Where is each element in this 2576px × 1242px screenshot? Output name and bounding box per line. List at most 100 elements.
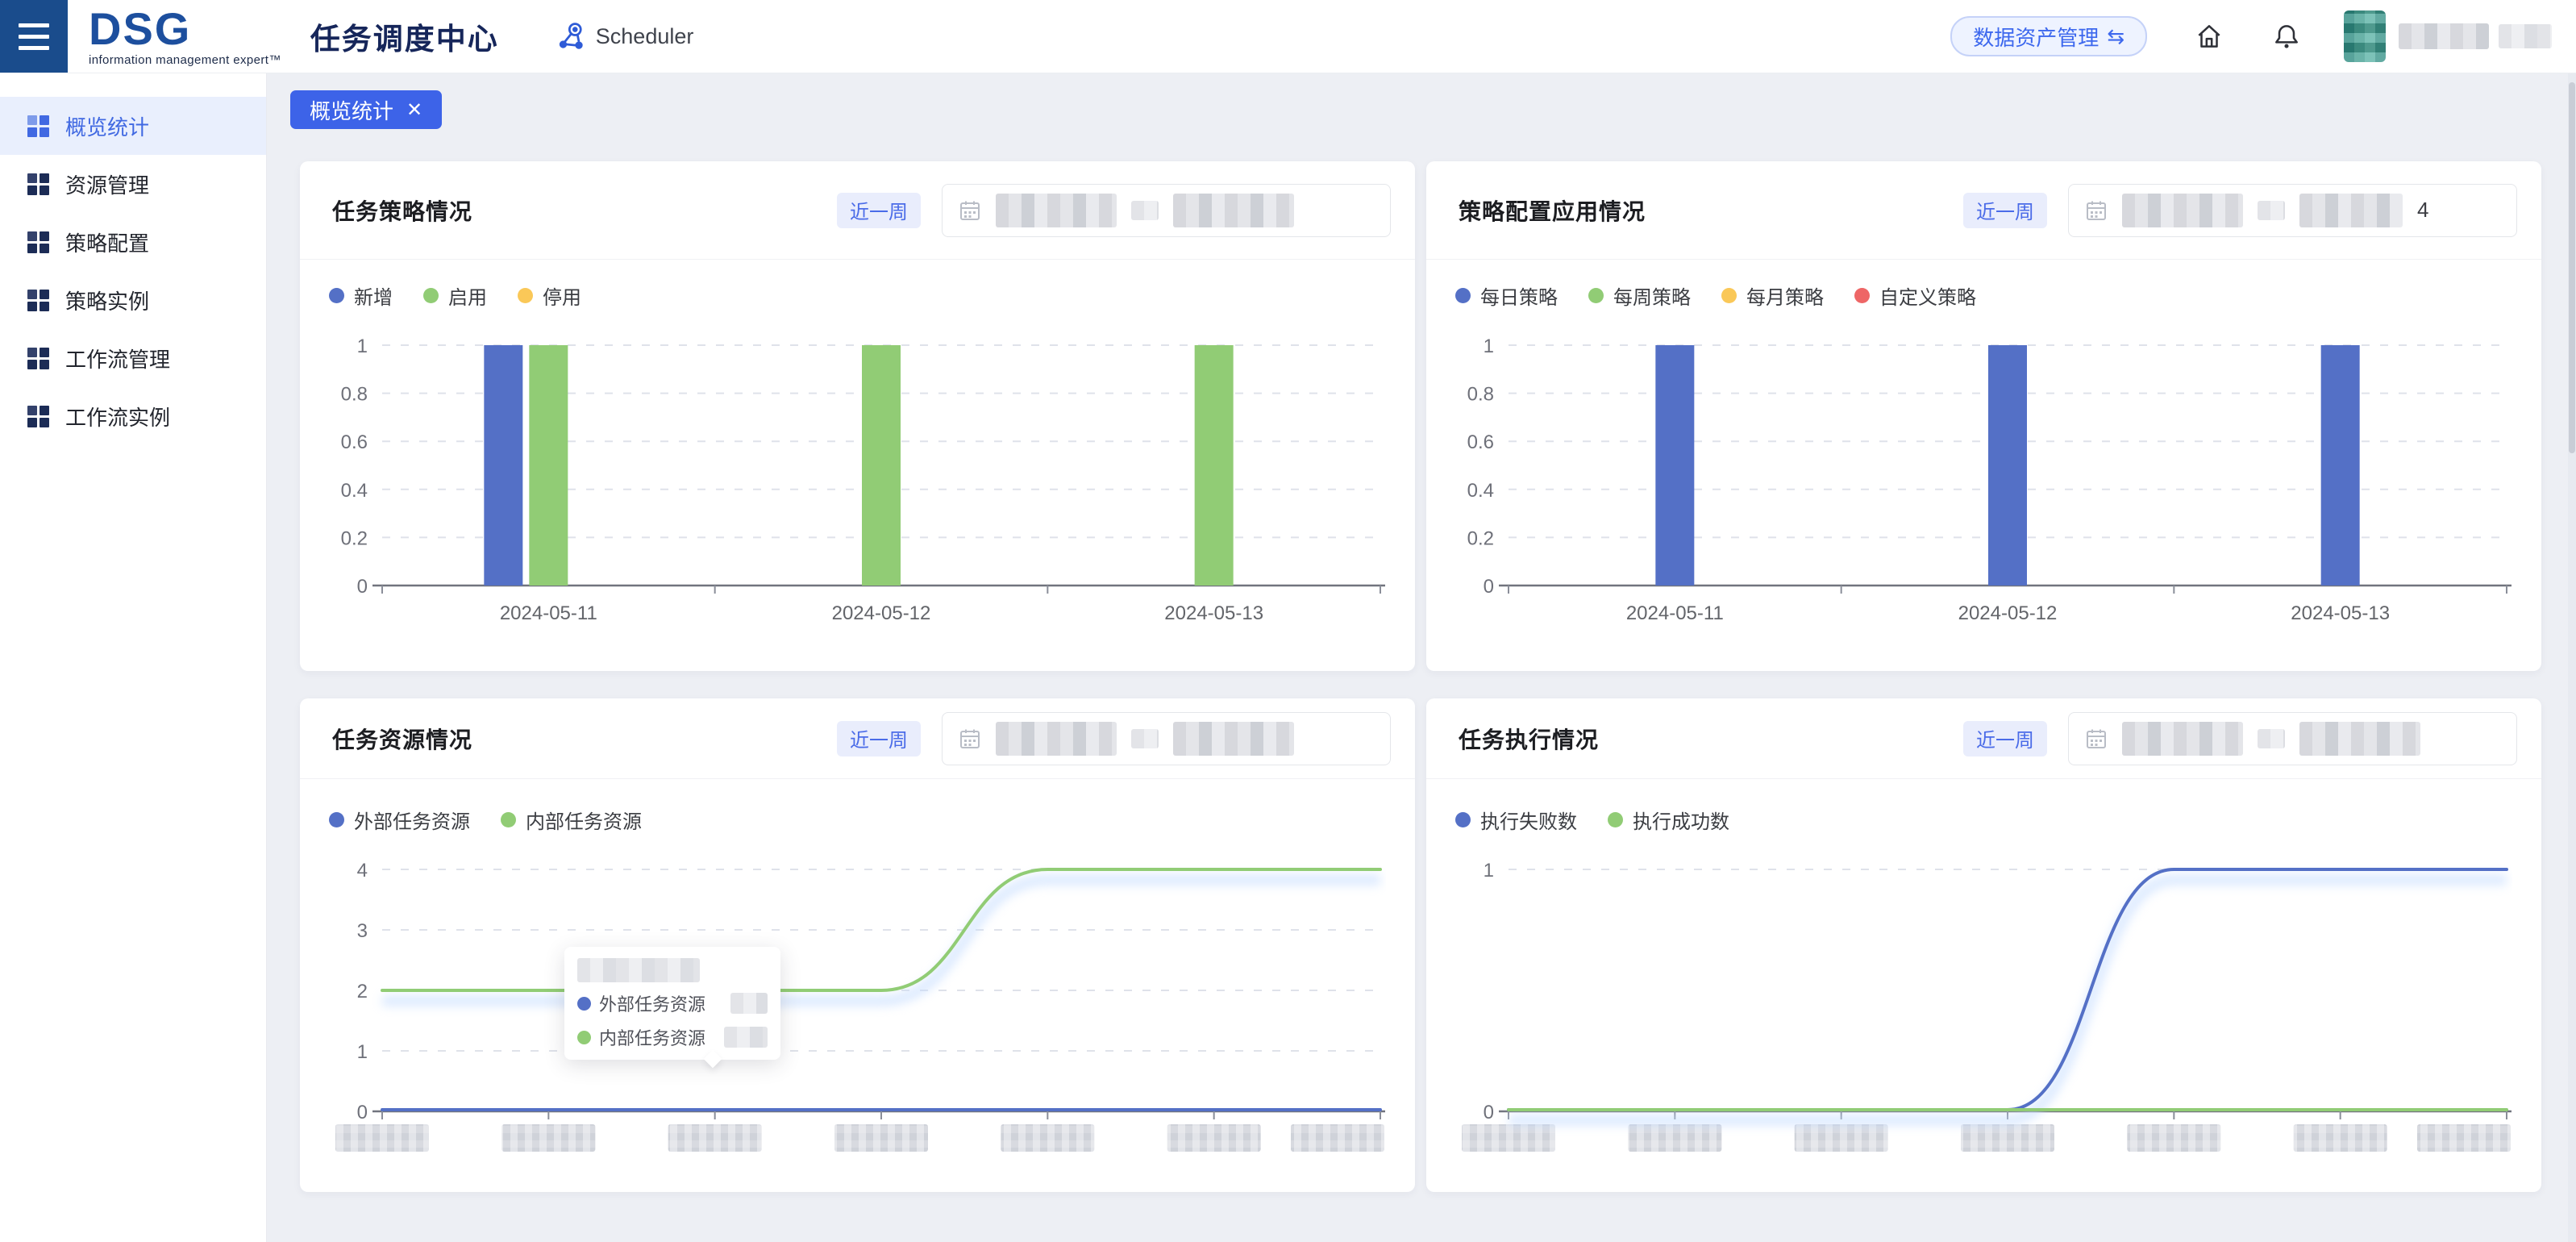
end-date-visible-digit: 4 [2417, 198, 2429, 222]
svg-text:0: 0 [1484, 576, 1494, 598]
x-label-redacted [1001, 1124, 1095, 1152]
grid-icon [27, 405, 49, 427]
start-date-redacted [996, 193, 1117, 227]
bar[interactable] [1194, 345, 1234, 586]
sidebar-item-label: 工作流管理 [65, 347, 171, 372]
sidebar-item-label: 资源管理 [65, 173, 150, 198]
svg-text:1: 1 [1484, 860, 1494, 881]
legend-dot [1588, 287, 1604, 303]
range-last-week-button[interactable]: 近一周 [837, 720, 921, 756]
start-date-redacted [2122, 721, 2243, 756]
sidebar-item-0[interactable]: 概览统计 [0, 97, 266, 155]
notifications-button[interactable] [2271, 21, 2302, 52]
legend-dot [1854, 287, 1870, 303]
legend-dot [1455, 811, 1471, 827]
tab-label: 概览统计 [310, 98, 394, 123]
legend-item[interactable]: 停用 [518, 281, 581, 310]
close-icon[interactable]: ✕ [406, 98, 422, 122]
line-chart-task-execution[interactable]: 01 [1455, 836, 2512, 1158]
sidebar-item-4[interactable]: 工作流管理 [0, 329, 266, 387]
tooltip-value-redacted [730, 993, 768, 1014]
range-last-week-button[interactable]: 近一周 [1963, 192, 2047, 228]
legend-item[interactable]: 内部任务资源 [501, 806, 642, 834]
svg-text:4: 4 [357, 860, 368, 881]
sidebar-item-5[interactable]: 工作流实例 [0, 387, 266, 445]
grid-icon [27, 173, 49, 195]
legend-item[interactable]: 每日策略 [1455, 281, 1558, 310]
bar[interactable] [1655, 345, 1695, 586]
legend-dot [1721, 287, 1737, 303]
legend-label: 每周策略 [1613, 286, 1691, 309]
date-range-picker[interactable] [942, 711, 1391, 765]
x-label-redacted [1794, 1124, 1888, 1152]
scheduler-label: Scheduler [595, 23, 694, 48]
line-chart-task-resource[interactable]: 0 1 2 3 4 外部任务资源 内部任务资源 [329, 836, 1386, 1158]
date-range-picker[interactable] [2068, 711, 2517, 765]
legend-item[interactable]: 新增 [329, 281, 393, 310]
date-range-picker[interactable]: 4 [2068, 183, 2517, 237]
cards-grid: 任务策略情况 近一周 新增 启用 停用 0 0.2 0.4 0.6 0.8 1 … [300, 161, 2541, 1192]
bar[interactable] [529, 345, 568, 586]
sidebar-item-1[interactable]: 资源管理 [0, 155, 266, 213]
scheduler-switcher[interactable]: Scheduler [556, 21, 694, 52]
bar-chart-task-policy[interactable]: 0 0.2 0.4 0.6 0.8 1 2024-05-11 2024-05-12 2024-0… [329, 311, 1386, 634]
scheduler-icon [559, 23, 583, 49]
avatar[interactable] [2344, 10, 2386, 62]
legend-item[interactable]: 执行成功数 [1608, 806, 1729, 834]
series-dot [577, 1030, 591, 1044]
home-icon [2198, 25, 2220, 48]
legend-item[interactable]: 外部任务资源 [329, 806, 470, 834]
chart-legend: 外部任务资源 内部任务资源 [329, 803, 1386, 836]
logo-text: DSG [89, 3, 192, 54]
tooltip-series-name: 内部任务资源 [599, 1028, 706, 1048]
x-label-redacted [1961, 1124, 2054, 1152]
date-separator-redacted [1131, 200, 1159, 220]
main-content: 概览统计 ✕ 任务策略情况 近一周 新增 启用 停用 0 0.2 0.4 0.6… [266, 73, 2576, 1242]
scrollbar[interactable] [2568, 73, 2576, 1242]
bar[interactable] [2320, 345, 2360, 586]
bar[interactable] [1988, 345, 2027, 586]
bar-chart-policy-config[interactable]: 0 0.2 0.4 0.6 0.8 1 2024-05-11 2024-05-12 2024-0… [1455, 311, 2512, 634]
legend-item[interactable]: 每周策略 [1588, 281, 1691, 310]
scrollbar-thumb[interactable] [2569, 82, 2575, 453]
range-last-week-button[interactable]: 近一周 [1963, 720, 2047, 756]
legend-dot [518, 287, 533, 303]
grid-icon [27, 115, 49, 137]
card-title: 任务策略情况 [332, 198, 473, 224]
calendar-icon [960, 729, 980, 748]
x-label-redacted [1291, 1124, 1384, 1152]
switch-icon: ⇆ [2107, 23, 2124, 48]
date-separator-redacted [2258, 728, 2285, 748]
card-task-resource: 任务资源情况 近一周 外部任务资源 内部任务资源 0 1 2 3 4 外部任务资… [300, 698, 1415, 1192]
sidebar-item-3[interactable]: 策略实例 [0, 271, 266, 329]
tab-overview-stats[interactable]: 概览统计 ✕ [290, 90, 443, 129]
end-date-redacted [1173, 721, 1294, 756]
bar[interactable] [484, 345, 523, 586]
legend-label: 执行失败数 [1480, 811, 1577, 833]
menu-icon[interactable] [0, 0, 68, 73]
end-date-redacted [2299, 721, 2420, 756]
data-asset-management-button[interactable]: 数据资产管理 ⇆ [1950, 16, 2147, 56]
svg-text:0.4: 0.4 [1467, 480, 1494, 502]
legend-dot [1608, 811, 1623, 827]
x-label-redacted [668, 1124, 762, 1152]
svg-text:0.8: 0.8 [341, 384, 368, 406]
tab-bar: 概览统计 ✕ [266, 73, 2576, 129]
bar[interactable] [862, 345, 901, 586]
home-button[interactable] [2194, 21, 2224, 52]
legend-item[interactable]: 自定义策略 [1854, 281, 1976, 310]
start-date-redacted [996, 721, 1117, 756]
legend-item[interactable]: 每月策略 [1721, 281, 1824, 310]
username-redacted[interactable] [2399, 23, 2552, 49]
date-range-picker[interactable] [942, 183, 1391, 237]
legend-item[interactable]: 启用 [423, 281, 487, 310]
legend-label: 执行成功数 [1633, 811, 1729, 833]
sidebar-item-2[interactable]: 策略配置 [0, 213, 266, 271]
range-last-week-button[interactable]: 近一周 [837, 192, 921, 228]
legend-label: 内部任务资源 [526, 811, 642, 833]
line-series[interactable] [1507, 868, 2508, 1111]
tooltip-date-redacted [577, 958, 700, 982]
svg-text:0.6: 0.6 [341, 431, 368, 453]
legend-item[interactable]: 执行失败数 [1455, 806, 1577, 834]
svg-text:0.8: 0.8 [1467, 384, 1494, 406]
